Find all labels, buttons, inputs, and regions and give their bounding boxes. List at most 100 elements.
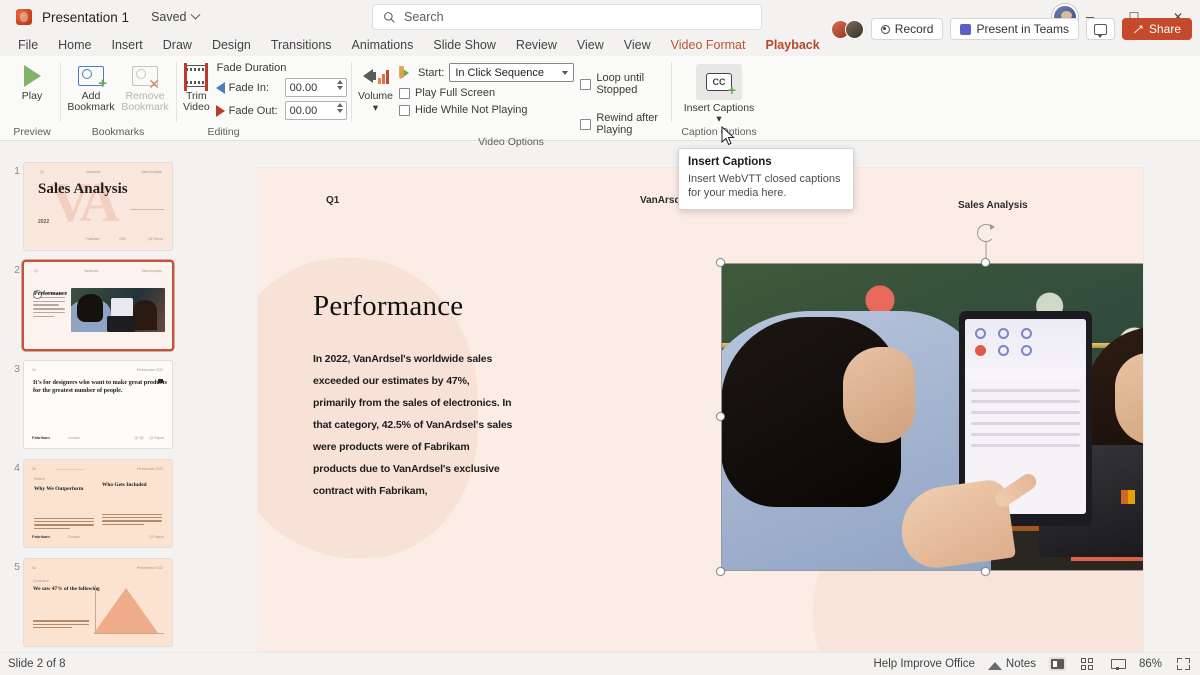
thumbnail-number: 2 — [14, 264, 20, 276]
group-label-preview: Preview — [13, 126, 51, 138]
hide-while-not-playing-row[interactable]: Hide While Not Playing — [399, 104, 574, 116]
play-button[interactable]: Play — [11, 61, 53, 102]
thumb-meta: VanArsdel — [86, 170, 101, 174]
normal-view-button[interactable] — [1048, 657, 1066, 671]
normal-view-icon — [1050, 659, 1064, 669]
slide-canvas[interactable]: Q1 VanArsdel Sales Analysis Performance … — [183, 155, 1200, 652]
video-thumbnail-image — [721, 263, 1143, 571]
notes-button[interactable]: Notes — [987, 658, 1036, 670]
remove-bookmark-icon: ✕ — [132, 66, 160, 91]
thumb-meta: Sales Analysis — [141, 170, 162, 174]
rewind-after-playing-row[interactable]: Rewind after Playing — [580, 112, 664, 136]
fade-out-value: 00.00 — [289, 104, 318, 117]
video-object[interactable] — [716, 224, 1143, 576]
save-state-button[interactable]: Saved — [151, 9, 200, 24]
fade-in-stepper[interactable] — [336, 80, 343, 90]
slide-thumbnail-3[interactable]: VA Performance 2022 It's for designers w… — [24, 361, 172, 448]
thumb-meta: Q1 Report — [149, 436, 164, 440]
present-in-teams-label: Present in Teams — [976, 22, 1069, 36]
slide-counter[interactable]: Slide 2 of 8 — [8, 658, 66, 670]
tab-home[interactable]: Home — [48, 36, 101, 54]
tab-animations[interactable]: Animations — [342, 36, 424, 54]
resize-handle-bottom-center[interactable] — [981, 567, 990, 576]
search-placeholder: Search — [404, 10, 444, 24]
start-dropdown[interactable]: In Click Sequence — [449, 63, 575, 82]
collaborator-avatars[interactable] — [830, 19, 864, 39]
slide-thumbnail-4[interactable]: VA ————————— Performance 2022 Section Wh… — [24, 460, 172, 547]
tab-video-format[interactable]: Video Format — [661, 36, 756, 54]
notes-label: Notes — [1005, 658, 1036, 670]
hide-while-not-playing-checkbox[interactable] — [399, 104, 411, 116]
tab-transitions[interactable]: Transitions — [261, 36, 342, 54]
tab-file[interactable]: File — [8, 36, 48, 54]
loop-until-stopped-row[interactable]: Loop until Stopped — [580, 72, 664, 96]
tab-design[interactable]: Design — [202, 36, 261, 54]
resize-handle-middle-left[interactable] — [716, 412, 725, 421]
search-bar[interactable]: Search — [372, 4, 762, 30]
resize-handle-top-center[interactable] — [981, 258, 990, 267]
record-button[interactable]: Record — [870, 18, 944, 40]
start-label: Start: — [418, 66, 445, 79]
trim-video-button[interactable]: Trim Video — [183, 61, 210, 113]
thumbnail-row-2[interactable]: 2 Q1 VanArsdel Sales Analysis Performanc… — [0, 262, 183, 349]
reading-view-button[interactable] — [1109, 657, 1126, 671]
slide-surface[interactable]: Q1 VanArsdel Sales Analysis Performance … — [258, 168, 1143, 651]
slide-thumbnail-2[interactable]: Q1 VanArsdel Sales Analysis Performance — [24, 262, 172, 349]
tab-view-2[interactable]: View — [614, 36, 661, 54]
thumbnail-body-2: Performance — [33, 290, 67, 319]
thumb-meta: VA — [32, 467, 37, 471]
tab-view[interactable]: View — [567, 36, 614, 54]
tab-insert[interactable]: Insert — [102, 36, 153, 54]
play-full-screen-checkbox[interactable] — [399, 87, 411, 99]
play-icon — [23, 65, 41, 87]
tab-draw[interactable]: Draw — [153, 36, 202, 54]
thumb-meta: Performance 2022 — [136, 368, 163, 372]
notes-icon — [987, 659, 1002, 670]
fade-duration-heading: Fade Duration — [216, 62, 287, 74]
zoom-level[interactable]: 86% — [1139, 658, 1162, 670]
rewind-after-playing-checkbox[interactable] — [580, 118, 592, 130]
resize-handle-top-left[interactable] — [716, 258, 725, 267]
play-full-screen-row[interactable]: Play Full Screen — [399, 87, 574, 99]
help-improve-office-button[interactable]: Help Improve Office — [874, 658, 975, 670]
resize-handle-bottom-left[interactable] — [716, 567, 725, 576]
thumb-meta: Contoso — [68, 535, 80, 539]
slide-sorter-view-button[interactable] — [1079, 657, 1096, 671]
thumb-meta: VA — [32, 566, 37, 570]
rotate-handle[interactable] — [977, 224, 995, 242]
fade-in-input[interactable]: 00.00 — [284, 78, 347, 97]
loop-until-stopped-checkbox[interactable] — [580, 78, 592, 90]
share-button[interactable]: Share — [1121, 18, 1192, 40]
add-bookmark-icon: + — [78, 66, 107, 91]
slide-thumbnail-1[interactable]: VA Sales Analysis 2022 Q1 VanArsdel Sale… — [24, 163, 172, 250]
thumbnail-row-5[interactable]: 5 VA Performance 2022 Conclusion We saw … — [0, 559, 183, 646]
fit-to-window-button[interactable] — [1175, 657, 1192, 671]
slide-header-right: Sales Analysis — [958, 200, 1028, 211]
thumbnail-row-4[interactable]: 4 VA ————————— Performance 2022 Section … — [0, 460, 183, 547]
play-full-screen-label: Play Full Screen — [415, 87, 496, 99]
chevron-down-icon — [190, 9, 200, 20]
volume-button[interactable]: Volume ▾ — [358, 61, 393, 114]
present-in-teams-button[interactable]: Present in Teams — [950, 18, 1079, 40]
tab-playback[interactable]: Playback — [755, 36, 829, 58]
thumbnail-row-1[interactable]: 1 VA Sales Analysis 2022 Q1 VanArsdel Sa… — [0, 163, 183, 250]
slide-title[interactable]: Performance — [313, 290, 463, 323]
fade-out-input[interactable]: 00.00 — [284, 101, 347, 120]
volume-dropdown-arrow[interactable]: ▾ — [373, 103, 378, 114]
slide-thumbnail-panel[interactable]: 1 VA Sales Analysis 2022 Q1 VanArsdel Sa… — [0, 155, 183, 652]
insert-captions-dropdown-arrow[interactable]: ▾ — [716, 113, 721, 125]
remove-bookmark-button[interactable]: ✕ Remove Bookmark — [121, 61, 169, 113]
thumbnail-title-1: Sales Analysis — [38, 181, 128, 197]
tab-review[interactable]: Review — [506, 36, 567, 54]
tab-slide-show[interactable]: Slide Show — [423, 36, 506, 54]
thumbnail-row-3[interactable]: 3 VA Performance 2022 It's for designers… — [0, 361, 183, 448]
remove-bookmark-label: Remove Bookmark — [121, 90, 169, 113]
slide-body-text[interactable]: In 2022, VanArdsel's worldwide sales exc… — [313, 348, 513, 502]
document-title[interactable]: Presentation 1 — [42, 10, 129, 25]
add-bookmark-button[interactable]: + Add Bookmark — [67, 61, 115, 113]
slide-thumbnail-5[interactable]: VA Performance 2022 Conclusion We saw 47… — [24, 559, 172, 646]
save-state-label: Saved — [151, 10, 187, 24]
fade-out-stepper[interactable] — [336, 103, 343, 113]
insert-captions-button[interactable]: CC + Insert Captions ▾ — [682, 61, 756, 125]
comments-button[interactable] — [1085, 18, 1115, 40]
